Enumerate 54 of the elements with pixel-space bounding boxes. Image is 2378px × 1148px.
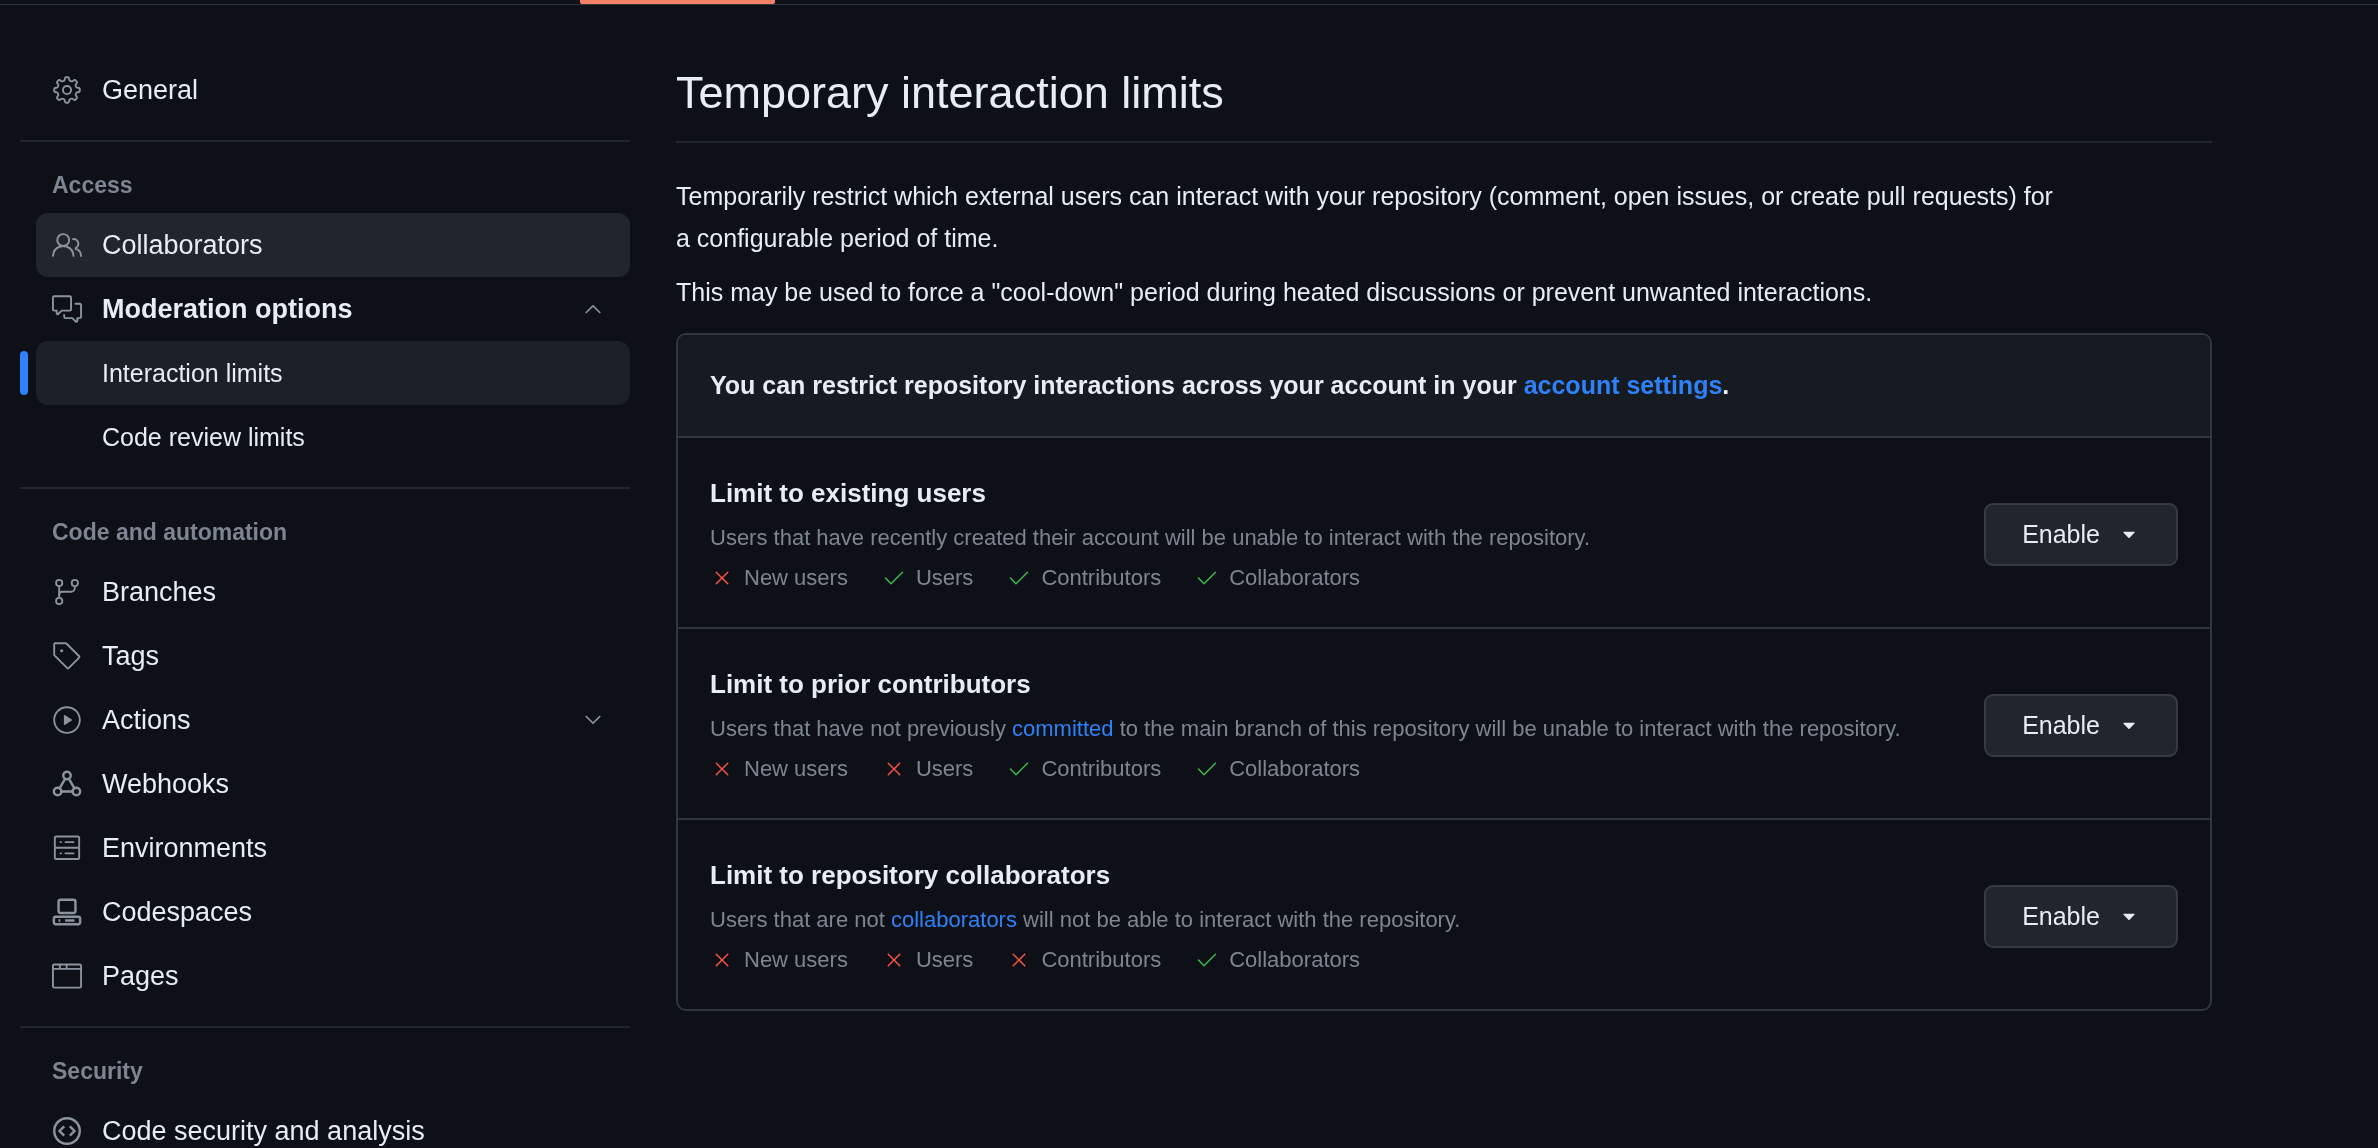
account-settings-notice: You can restrict repository interactions across your account in your account settings. xyxy=(678,335,2210,438)
sidebar-item[interactable]: Actions xyxy=(36,688,630,752)
text-link[interactable]: committed xyxy=(1012,716,1114,741)
enable-dropdown-button[interactable]: Enable xyxy=(1984,694,2178,757)
sidebar-item[interactable]: Tags xyxy=(36,624,630,688)
audience-label: Collaborators xyxy=(1229,947,1361,973)
sidebar-item[interactable]: Collaborators xyxy=(36,213,630,277)
enable-dropdown-button[interactable]: Enable xyxy=(1984,885,2178,948)
text-link[interactable]: account settings xyxy=(1523,371,1723,399)
computer-icon xyxy=(52,897,82,927)
sidebar-item[interactable]: Environments xyxy=(36,816,630,880)
sidebar-item[interactable]: Pages xyxy=(36,944,630,1008)
audience-label: New users xyxy=(744,947,848,973)
webhook-icon xyxy=(52,769,82,799)
section-heading: Code and automation xyxy=(51,518,289,547)
audience-label: Users xyxy=(915,756,974,782)
limit-title: Limit to existing users xyxy=(710,478,987,509)
audience-label: Collaborators xyxy=(1229,565,1361,591)
sidebar-item[interactable]: Moderation options xyxy=(36,277,630,341)
page-title: Temporary interaction limits xyxy=(676,67,2212,143)
audience-label: Users xyxy=(915,565,974,591)
branch-icon xyxy=(52,577,82,607)
limit-description: Users that have recently created their account will be unable to interact with the repository. xyxy=(710,524,1592,552)
description-paragraph: Temporarily restrict which external users can interact with your repository (comment, open issues, or create pull requests) for a configurable period of time. xyxy=(676,181,2054,254)
limit-description: Users that are not collaborators will not be able to interact with the repository. xyxy=(710,906,1462,934)
sidebar-subitem[interactable]: Code review limits xyxy=(36,405,630,469)
server-icon xyxy=(52,833,82,863)
audience-label: Users xyxy=(915,947,974,973)
limit-title: Limit to prior contributors xyxy=(710,669,1032,700)
people-icon xyxy=(52,230,82,260)
audience-label: New users xyxy=(744,756,848,782)
selection-indicator xyxy=(20,351,28,395)
description-paragraph: This may be used to force a "cool-down" period during heated discussions or prevent unwanted interactions. xyxy=(676,277,1874,308)
sidebar-item[interactable]: Webhooks xyxy=(36,752,630,816)
gear-icon xyxy=(52,75,82,105)
audience-label: Contributors xyxy=(1041,565,1162,591)
audience-label: New users xyxy=(744,565,848,591)
limit-title: Limit to repository collaborators xyxy=(710,860,1112,891)
limit-description: Users that have not previously committed to the main branch of this repository will be unable to interact with the repository. xyxy=(710,715,1902,743)
audience-label: Contributors xyxy=(1041,947,1162,973)
section-heading: Security xyxy=(51,1057,144,1086)
code-circle-icon xyxy=(52,1116,82,1146)
section-heading: Access xyxy=(51,171,134,200)
sidebar-item[interactable]: General xyxy=(36,58,630,122)
tag-icon xyxy=(52,641,82,671)
speech-bubbles-icon xyxy=(52,294,82,324)
sidebar-item[interactable]: Code security and analysis xyxy=(36,1099,630,1148)
text-link[interactable]: collaborators xyxy=(891,907,1017,932)
sidebar-item[interactable]: Codespaces xyxy=(36,880,630,944)
enable-dropdown-button[interactable]: Enable xyxy=(1984,503,2178,566)
browser-window-icon xyxy=(52,961,82,991)
audience-label: Collaborators xyxy=(1229,756,1361,782)
audience-label: Contributors xyxy=(1041,756,1162,782)
sidebar-item[interactable]: Branches xyxy=(36,560,630,624)
